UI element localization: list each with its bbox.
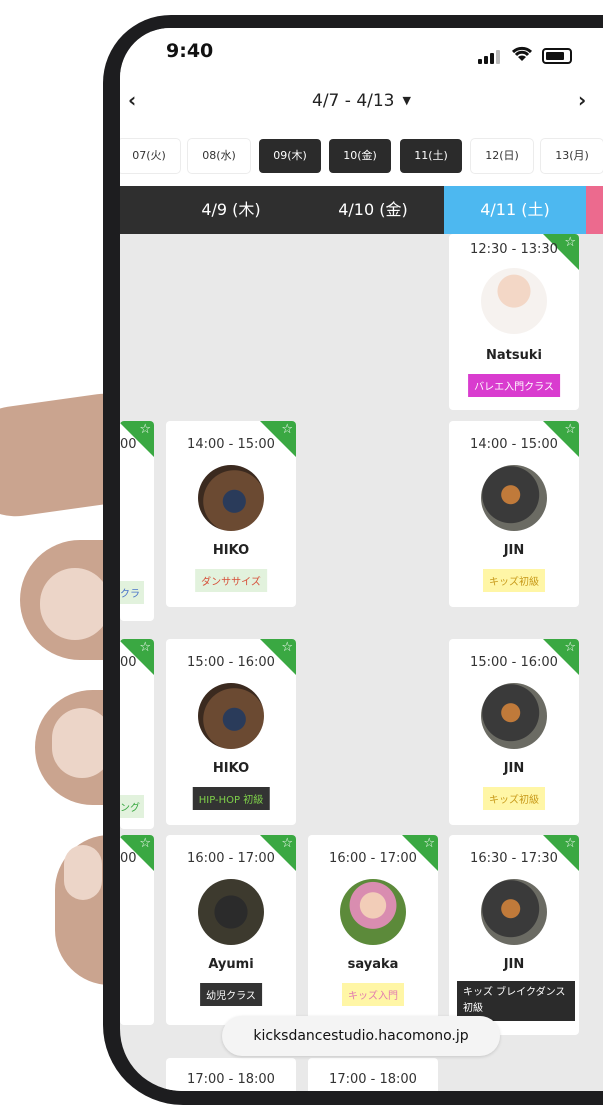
chevron-down-icon: ▼	[402, 94, 411, 107]
avatar	[481, 465, 547, 531]
class-tag: キッズ入門	[342, 983, 404, 1006]
star-icon[interactable]: ☆	[423, 836, 435, 851]
class-card[interactable]: ☆ 16:00 - 17:00 sayaka キッズ入門	[308, 835, 438, 1025]
wifi-icon	[511, 46, 533, 61]
class-time: 17:00 - 18:00	[187, 1072, 275, 1087]
instructor-name: Ayumi	[208, 957, 254, 972]
star-icon[interactable]: ☆	[139, 836, 151, 851]
class-time: 00	[120, 437, 137, 452]
class-card[interactable]: ☆ 16:30 - 17:30 JIN キッズ ブレイクダンス初級	[449, 835, 579, 1035]
day-header: 4/9 (木)	[201, 200, 261, 219]
class-card[interactable]: ☆ 12:30 - 13:30 Natsuki バレエ入門クラス	[449, 234, 579, 410]
class-card[interactable]: 17:00 - 18:00	[308, 1058, 438, 1091]
class-time: 15:00 - 16:00	[187, 655, 275, 670]
class-card[interactable]: ☆ 14:00 - 15:00 HIKO ダンササイズ	[166, 421, 296, 607]
week-range-label: 4/7 - 4/13	[312, 91, 395, 111]
class-tag: ダンササイズ	[195, 569, 267, 592]
instructor-name: JIN	[503, 543, 525, 558]
instructor-name: JIN	[503, 957, 525, 972]
next-week-icon[interactable]: ›	[578, 88, 586, 112]
day-pill[interactable]: 08(水)	[188, 139, 250, 173]
phone-screen: 9:40 ‹ 4/7 - 4/13 ▼ › 07(火) 08(水) 09(木) 1…	[120, 28, 603, 1091]
instructor-name: Natsuki	[486, 348, 542, 363]
avatar	[198, 683, 264, 749]
class-card[interactable]: ☆ 16:00 - 17:00 Ayumi 幼児クラス	[166, 835, 296, 1025]
signal-icon	[478, 50, 500, 64]
class-tag: ング	[120, 795, 144, 818]
star-icon[interactable]: ☆	[281, 422, 293, 437]
class-time: 16:00 - 17:00	[329, 851, 417, 866]
class-tag: 幼児クラス	[200, 983, 262, 1006]
class-time: 16:30 - 17:30	[470, 851, 558, 866]
day-header-today: 4/11 (土)	[444, 186, 586, 234]
instructor-name: HIKO	[212, 543, 250, 558]
week-navigator: ‹ 4/7 - 4/13 ▼ ›	[120, 78, 603, 130]
class-time: 17:00 - 18:00	[329, 1072, 417, 1087]
class-tag: キッズ初級	[483, 787, 545, 810]
url-bar[interactable]: kicksdancestudio.hacomono.jp	[222, 1016, 500, 1056]
class-time: 00	[120, 851, 137, 866]
class-tag: キッズ ブレイクダンス初級	[457, 981, 575, 1021]
star-icon[interactable]: ☆	[564, 640, 576, 655]
class-tag: HIP-HOP 初級	[192, 787, 270, 810]
instructor-name: HIKO	[212, 761, 250, 776]
instructor-name: sayaka	[347, 957, 399, 972]
star-icon[interactable]: ☆	[281, 640, 293, 655]
day-pill[interactable]: 11(土)	[400, 139, 462, 173]
class-card[interactable]: ☆ 15:00 - 16:00 HIKO HIP-HOP 初級	[166, 639, 296, 825]
day-selector: 07(火) 08(水) 09(木) 10(金) 11(土) 12(日) 13(月…	[120, 130, 603, 186]
avatar	[481, 268, 547, 334]
class-card-partial[interactable]: ☆ 00	[120, 835, 154, 1025]
class-tag: クラ	[120, 581, 144, 604]
star-icon[interactable]: ☆	[281, 836, 293, 851]
day-header-next	[586, 186, 603, 234]
instructor-name: JIN	[503, 761, 525, 776]
star-icon[interactable]: ☆	[139, 422, 151, 437]
avatar	[340, 879, 406, 945]
class-time: 00	[120, 655, 137, 670]
class-time: 14:00 - 15:00	[470, 437, 558, 452]
day-header-bar: 4/9 (木) 4/10 (金) 4/11 (土)	[120, 186, 603, 234]
battery-icon	[542, 48, 572, 64]
class-time: 15:00 - 16:00	[470, 655, 558, 670]
avatar	[481, 683, 547, 749]
day-pill[interactable]: 07(火)	[120, 139, 180, 173]
class-card[interactable]: 17:00 - 18:00	[166, 1058, 296, 1091]
class-time: 16:00 - 17:00	[187, 851, 275, 866]
class-time: 12:30 - 13:30	[470, 242, 558, 257]
class-card-partial[interactable]: ☆ 00 クラ	[120, 421, 154, 621]
day-header: 4/10 (金)	[338, 200, 408, 219]
class-card-partial[interactable]: ☆ 00 ング	[120, 639, 154, 829]
day-pill[interactable]: 10(金)	[329, 139, 391, 173]
week-range-selector[interactable]: 4/7 - 4/13 ▼	[120, 91, 603, 111]
avatar	[481, 879, 547, 945]
star-icon[interactable]: ☆	[564, 422, 576, 437]
class-tag: バレエ入門クラス	[468, 374, 560, 397]
star-icon[interactable]: ☆	[139, 640, 151, 655]
day-pill[interactable]: 12(日)	[471, 139, 533, 173]
day-pill[interactable]: 13(月)	[541, 139, 603, 173]
status-time: 9:40	[166, 40, 214, 62]
class-card[interactable]: ☆ 14:00 - 15:00 JIN キッズ初級	[449, 421, 579, 607]
day-pill[interactable]: 09(木)	[259, 139, 321, 173]
class-tag: キッズ初級	[483, 569, 545, 592]
avatar	[198, 465, 264, 531]
class-time: 14:00 - 15:00	[187, 437, 275, 452]
avatar	[198, 879, 264, 945]
star-icon[interactable]: ☆	[564, 836, 576, 851]
class-card[interactable]: ☆ 15:00 - 16:00 JIN キッズ初級	[449, 639, 579, 825]
status-bar: 9:40	[120, 28, 603, 78]
